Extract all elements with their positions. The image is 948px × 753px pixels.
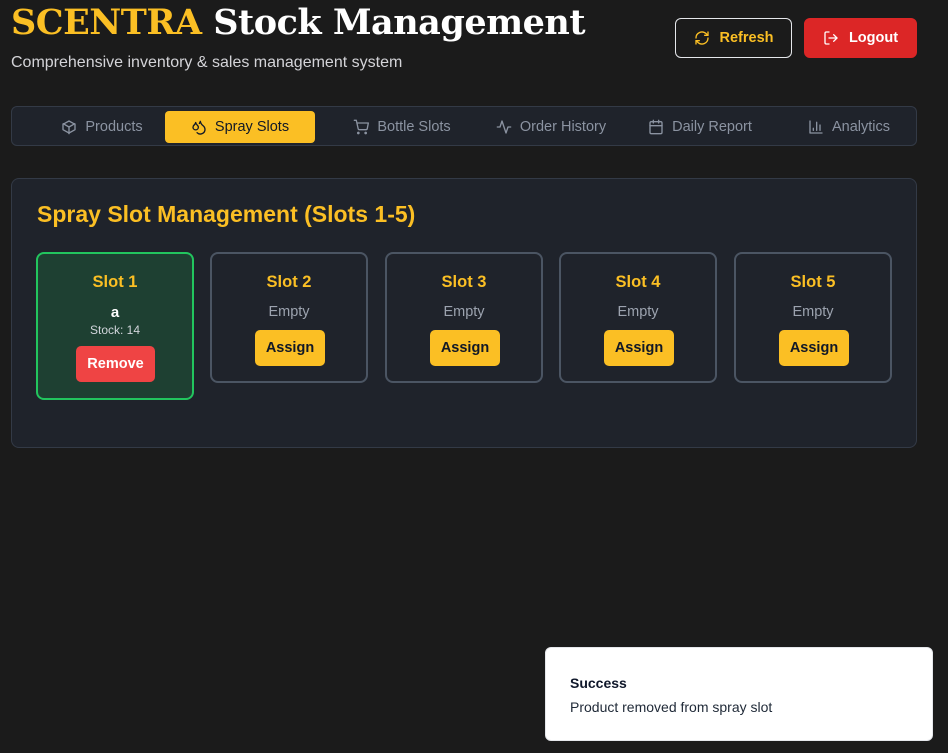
slot-name: Slot 4 <box>615 273 661 291</box>
slot-card-2: Slot 2 Empty Assign <box>210 252 368 383</box>
slot-stock: Stock: 14 <box>89 323 141 337</box>
slot-card-5: Slot 5 Empty Assign <box>734 252 892 383</box>
logout-icon <box>824 31 838 45</box>
slot-name: Slot 1 <box>92 273 138 291</box>
logout-label: Logout <box>848 30 899 46</box>
slot-card-3: Slot 3 Empty Assign <box>385 252 543 383</box>
tab-label: Analytics <box>831 119 891 135</box>
slot-status: Empty <box>443 304 485 320</box>
package-icon <box>62 120 77 135</box>
assign-button[interactable]: Assign <box>779 330 849 366</box>
tab-label: Daily Report <box>672 119 752 135</box>
refresh-button[interactable]: Refresh <box>675 18 792 58</box>
app-subtitle: Comprehensive inventory & sales manageme… <box>11 54 403 71</box>
brand-name: SCENTRA <box>11 2 202 43</box>
assign-button[interactable]: Assign <box>604 330 674 366</box>
assign-button[interactable]: Assign <box>430 330 500 366</box>
tab-bar: Products Spray Slots Bottle Slots Order … <box>11 106 917 146</box>
tab-spray-slots[interactable]: Spray Slots <box>165 111 315 143</box>
refresh-icon <box>694 31 709 45</box>
tab-order-history[interactable]: Order History <box>476 111 626 143</box>
slot-name: Slot 3 <box>441 273 487 291</box>
slot-name: Slot 5 <box>790 273 836 291</box>
droplets-icon <box>192 120 206 135</box>
tab-label: Spray Slots <box>214 119 290 135</box>
toast-title: Success <box>570 675 627 691</box>
bar-chart-icon <box>809 120 823 134</box>
tab-products[interactable]: Products <box>27 111 177 143</box>
tab-label: Bottle Slots <box>377 119 451 135</box>
slot-status: Empty <box>268 304 310 320</box>
tab-analytics[interactable]: Analytics <box>774 111 924 143</box>
refresh-label: Refresh <box>719 30 774 46</box>
slot-name: Slot 2 <box>266 273 312 291</box>
tab-label: Products <box>85 119 143 135</box>
app-title: SCENTRA Stock Management <box>11 2 586 43</box>
panel-title: Spray Slot Management (Slots 1-5) <box>37 201 416 227</box>
assign-button[interactable]: Assign <box>255 330 325 366</box>
success-toast[interactable]: Success Product removed from spray slot <box>545 647 933 741</box>
slot-card-1: Slot 1 a Stock: 14 Remove <box>36 252 194 400</box>
slot-status: Empty <box>617 304 659 320</box>
cart-icon <box>353 119 370 135</box>
calendar-icon <box>649 119 663 135</box>
remove-button[interactable]: Remove <box>76 346 155 382</box>
toast-message: Product removed from spray slot <box>570 699 773 715</box>
activity-icon <box>496 120 512 134</box>
spray-slots-panel: Spray Slot Management (Slots 1-5) Slot 1… <box>11 178 917 448</box>
slot-product-name: a <box>110 304 120 321</box>
slot-card-4: Slot 4 Empty Assign <box>559 252 717 383</box>
brand-title: Stock Management <box>213 2 586 43</box>
tab-bottle-slots[interactable]: Bottle Slots <box>327 111 477 143</box>
app-page: SCENTRA Stock Management Comprehensive i… <box>0 0 948 753</box>
tab-daily-report[interactable]: Daily Report <box>625 111 775 143</box>
logout-button[interactable]: Logout <box>804 18 917 58</box>
slot-status: Empty <box>792 304 834 320</box>
tab-label: Order History <box>519 119 607 135</box>
